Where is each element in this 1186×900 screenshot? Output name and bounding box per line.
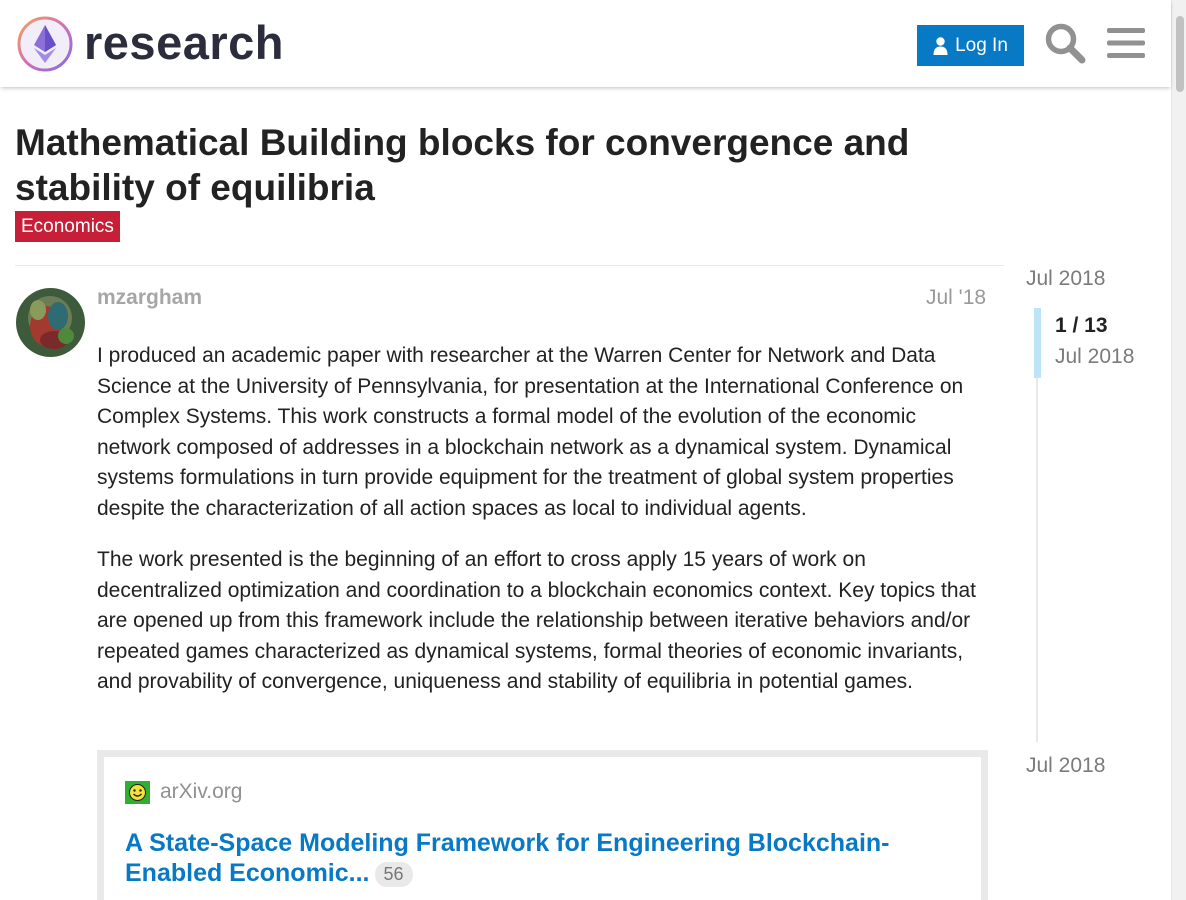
menu-icon[interactable] [1107, 26, 1145, 60]
preview-source-name: arXiv.org [160, 780, 243, 803]
timeline-handle[interactable] [1034, 308, 1041, 378]
post-body: I produced an academic paper with resear… [97, 341, 989, 719]
post-paragraph: I produced an academic paper with resear… [97, 344, 964, 520]
site-header: research Log In [0, 0, 1171, 87]
logo-icon[interactable] [16, 15, 74, 73]
link-preview: arXiv.org A State-Space Modeling Framewo… [97, 750, 988, 900]
arxiv-favicon-icon [125, 780, 150, 804]
timeline-end-date[interactable]: Jul 2018 [1026, 754, 1105, 778]
preview-title-link[interactable]: A State-Space Modeling Framework for Eng… [125, 828, 961, 888]
page-scrollbar[interactable] [1171, 0, 1186, 900]
timeline-position-date: Jul 2018 [1055, 345, 1135, 368]
preview-source[interactable]: arXiv.org [125, 780, 961, 804]
scrollbar-thumb[interactable] [1176, 16, 1184, 92]
post-username[interactable]: mzargham [97, 286, 202, 310]
post-paragraph: The work presented is the beginning of a… [97, 548, 977, 693]
login-button[interactable]: Log In [917, 25, 1024, 66]
topic-title[interactable]: Mathematical Building blocks for converg… [15, 120, 995, 210]
avatar[interactable] [16, 288, 85, 357]
user-icon [933, 36, 948, 55]
post-date[interactable]: Jul '18 [926, 286, 986, 310]
site-name[interactable]: research [84, 14, 284, 72]
timeline-position: 1 / 13 [1055, 314, 1108, 337]
title-divider [15, 265, 1004, 266]
timeline-start-date[interactable]: Jul 2018 [1026, 267, 1105, 291]
search-icon[interactable] [1044, 22, 1086, 64]
avatar-image [16, 288, 85, 357]
preview-title: A State-Space Modeling Framework for Eng… [125, 829, 890, 887]
category-badge[interactable]: Economics [15, 211, 120, 242]
click-count-badge: 56 [374, 861, 413, 887]
login-label: Log In [955, 34, 1008, 56]
